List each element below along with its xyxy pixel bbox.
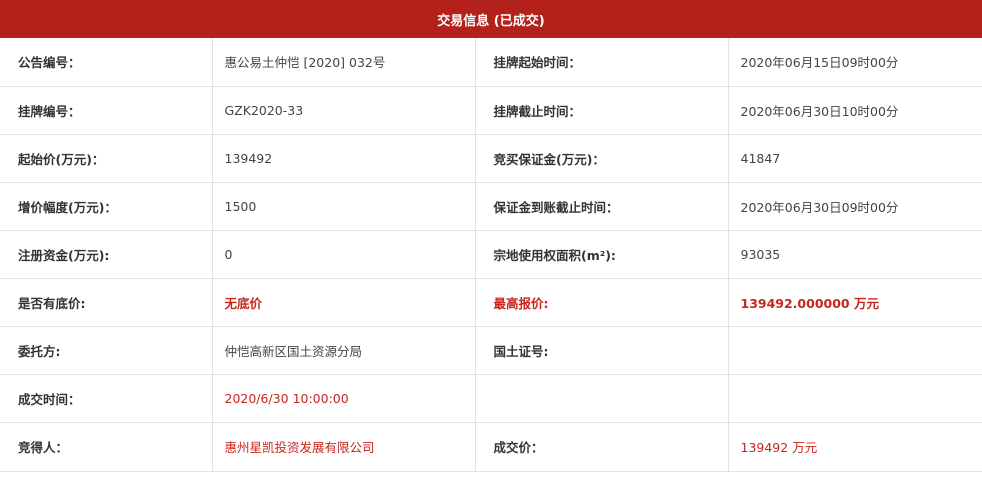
table-row: 是否有底价: 无底价 最高报价: 139492.000000 万元 — [0, 278, 982, 327]
listing-end-time-value: 2020年06月30日10时00分 — [728, 86, 982, 135]
winning-bidder-label: 竞得人： — [0, 422, 213, 472]
empty-cell — [475, 374, 729, 423]
table-row: 挂牌编号： GZK2020-33 挂牌截止时间： 2020年06月30日10时0… — [0, 86, 982, 135]
listing-number-value: GZK2020-33 — [212, 86, 476, 135]
table-row: 起始价(万元)： 139492 竞买保证金(万元)： 41847 — [0, 134, 982, 183]
empty-cell — [728, 374, 982, 423]
winning-bidder-value: 惠州星凯投资发展有限公司 — [212, 422, 476, 472]
deal-time-value: 2020/6/30 10:00:00 — [212, 374, 476, 423]
table-row: 公告编号： 惠公易土仲恺 [2020] 032号 挂牌起始时间： 2020年06… — [0, 38, 982, 87]
land-certificate-label: 国土证号: — [475, 326, 729, 375]
listing-start-time-label: 挂牌起始时间： — [475, 38, 729, 87]
price-increment-label: 增价幅度(万元)： — [0, 182, 213, 231]
bid-deposit-value: 41847 — [728, 134, 982, 183]
starting-price-label: 起始价(万元)： — [0, 134, 213, 183]
transaction-info-panel: 交易信息 (已成交) 公告编号： 惠公易土仲恺 [2020] 032号 挂牌起始… — [0, 0, 982, 499]
transaction-info-table: 公告编号： 惠公易土仲恺 [2020] 032号 挂牌起始时间： 2020年06… — [0, 38, 982, 472]
deal-price-value: 139492 万元 — [728, 422, 982, 472]
table-row: 注册资金(万元): 0 宗地使用权面积(m²): 93035 — [0, 230, 982, 279]
reserve-price-value: 无底价 — [212, 278, 476, 327]
table-row: 竞得人： 惠州星凯投资发展有限公司 成交价： 139492 万元 — [0, 422, 982, 472]
announcement-number-label: 公告编号： — [0, 38, 213, 87]
deal-time-label: 成交时间： — [0, 374, 213, 423]
entrusting-party-label: 委托方: — [0, 326, 213, 375]
table-row: 委托方: 仲恺高新区国土资源分局 国土证号: — [0, 326, 982, 375]
deposit-deadline-label: 保证金到账截止时间： — [475, 182, 729, 231]
announcement-number-value: 惠公易土仲恺 [2020] 032号 — [212, 38, 476, 87]
table-row: 成交时间： 2020/6/30 10:00:00 — [0, 374, 982, 423]
registered-capital-label: 注册资金(万元): — [0, 230, 213, 279]
reserve-price-label: 是否有底价: — [0, 278, 213, 327]
listing-start-time-value: 2020年06月15日09时00分 — [728, 38, 982, 87]
land-certificate-value — [728, 326, 982, 375]
land-area-label: 宗地使用权面积(m²): — [475, 230, 729, 279]
deposit-deadline-value: 2020年06月30日09时00分 — [728, 182, 982, 231]
deal-price-label: 成交价： — [475, 422, 729, 472]
panel-title: 交易信息 (已成交) — [0, 0, 982, 38]
starting-price-value: 139492 — [212, 134, 476, 183]
highest-bid-label: 最高报价: — [475, 278, 729, 327]
price-increment-value: 1500 — [212, 182, 476, 231]
entrusting-party-value: 仲恺高新区国土资源分局 — [212, 326, 476, 375]
listing-end-time-label: 挂牌截止时间： — [475, 86, 729, 135]
highest-bid-value: 139492.000000 万元 — [728, 278, 982, 327]
bid-deposit-label: 竞买保证金(万元)： — [475, 134, 729, 183]
registered-capital-value: 0 — [212, 230, 476, 279]
listing-number-label: 挂牌编号： — [0, 86, 213, 135]
land-area-value: 93035 — [728, 230, 982, 279]
table-row: 增价幅度(万元)： 1500 保证金到账截止时间： 2020年06月30日09时… — [0, 182, 982, 231]
